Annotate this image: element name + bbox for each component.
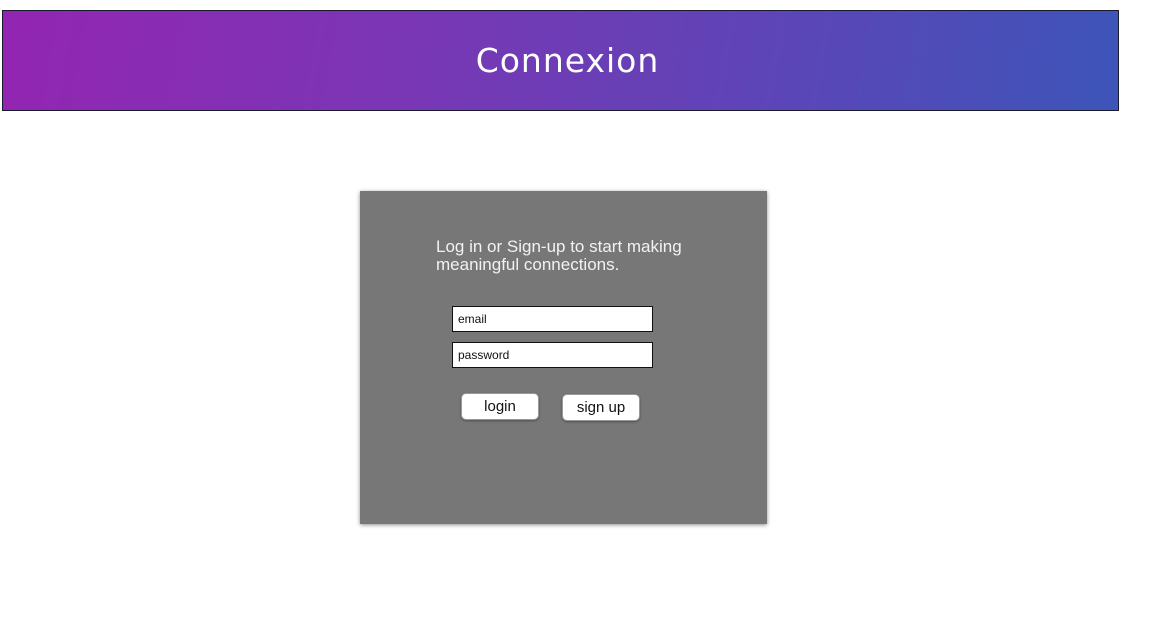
- tagline: Log in or Sign-up to start making meanin…: [436, 237, 682, 274]
- app-header: Connexion: [2, 10, 1119, 111]
- login-button[interactable]: login: [461, 393, 539, 420]
- app-title: Connexion: [475, 41, 660, 80]
- email-field[interactable]: [452, 306, 653, 332]
- signup-button[interactable]: sign up: [562, 394, 640, 421]
- login-card: Log in or Sign-up to start making meanin…: [360, 191, 767, 524]
- password-field[interactable]: [452, 342, 653, 368]
